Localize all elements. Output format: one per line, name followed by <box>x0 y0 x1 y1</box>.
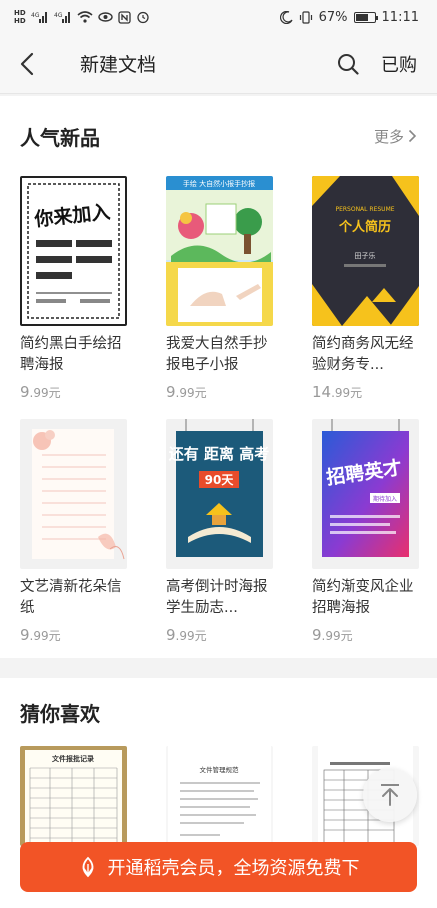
card-price: 9.99元 <box>20 383 61 401</box>
card-price: 9.99元 <box>312 626 353 644</box>
section-title-popular: 人气新品 <box>20 125 100 150</box>
svg-text:PERSONAL RESUME: PERSONAL RESUME <box>335 206 394 213</box>
template-card[interactable]: 文艺清新花朵信纸 9.99元 <box>20 419 127 644</box>
thumb-nature-paper: 手绘 大自然小报手抄报 <box>166 176 273 326</box>
search-icon <box>338 53 359 75</box>
more-link[interactable]: 更多 <box>374 126 417 147</box>
svg-text:4G: 4G <box>54 12 63 19</box>
report-form-art: 文件报批记录 <box>25 750 122 846</box>
eye-icon <box>97 11 113 23</box>
popular-section: 人气新品 更多 你来加入 简约黑白手绘招聘海报 9.99元 手绘 大自然小报手抄… <box>0 96 437 658</box>
app-header: 新建文档 已购 <box>0 34 437 94</box>
leaf-icon <box>82 856 93 878</box>
guess-card-report[interactable]: 文件报批记录 <box>20 746 127 846</box>
page-title: 新建文档 <box>80 54 157 76</box>
clock-time: 11:11 <box>381 9 419 25</box>
hd-indicator: HD HD <box>14 9 26 25</box>
nature-paper-art: 手绘 大自然小报手抄报 <box>166 176 273 326</box>
status-bar: HD HD 4G 4G 67% 11:11 <box>0 0 437 34</box>
card-title: 文艺清新花朵信纸 <box>20 579 122 616</box>
flower-letter-art <box>32 429 125 560</box>
wifi-icon <box>77 11 93 23</box>
nfc-icon <box>118 10 131 24</box>
vip-membership-button[interactable]: 开通稻壳会员，全场资源免费下 <box>20 842 417 892</box>
vibrate-icon <box>299 10 313 24</box>
svg-text:还有 距离 高考: 还有 距离 高考 <box>168 445 269 463</box>
more-label: 更多 <box>373 127 404 146</box>
moon-icon <box>279 10 293 24</box>
alarm-icon <box>136 10 150 24</box>
signal-icon-2: 4G <box>54 11 72 23</box>
card-price: 9.99元 <box>166 383 207 401</box>
signal-icon-1: 4G <box>31 11 49 23</box>
purchased-link[interactable]: 已购 <box>381 51 417 77</box>
card-price: 9.99元 <box>166 626 207 644</box>
svg-text:90天: 90天 <box>205 473 235 487</box>
hire-poster-art: 你来加入 <box>27 183 120 319</box>
template-card[interactable]: 招聘英才 期待加入 简约渐变风企业招聘海报 9.99元 <box>312 419 419 644</box>
svg-text:期待加入: 期待加入 <box>373 495 397 503</box>
svg-text:文件报批记录: 文件报批记录 <box>52 754 94 763</box>
thumb-resume: PERSONAL RESUME 个人简历 田子乐 <box>312 176 419 326</box>
template-card[interactable]: 手绘 大自然小报手抄报 我爱大自然手抄报电子小报 9.99元 <box>166 176 273 401</box>
thumb-exam-poster: 还有 距离 高考 90天 <box>166 419 273 569</box>
card-title: 高考倒计时海报学生励志... <box>166 579 268 616</box>
template-card[interactable]: 还有 距离 高考 90天 高考倒计时海报学生励志... 9.99元 <box>166 419 273 644</box>
card-price: 9.99元 <box>20 626 61 644</box>
template-card[interactable]: PERSONAL RESUME 个人简历 田子乐 简约商务风无经验财务专... … <box>312 176 419 401</box>
chevron-right-icon <box>408 129 417 143</box>
back-to-top-button[interactable] <box>363 768 417 822</box>
rules-doc-art: 文件管理规范 <box>168 746 271 846</box>
section-title-guess: 猜你喜欢 <box>20 701 100 726</box>
exam-poster-art: 还有 距离 高考 90天 <box>168 419 269 557</box>
guess-card-rules[interactable]: 文件管理规范 <box>166 746 273 846</box>
chevron-left-icon <box>20 52 34 75</box>
svg-text:田子乐: 田子乐 <box>355 251 376 260</box>
svg-text:文件管理规范: 文件管理规范 <box>200 765 240 774</box>
svg-text:个人简历: 个人简历 <box>338 219 391 235</box>
card-title: 简约黑白手绘招聘海报 <box>20 336 122 373</box>
card-title: 我爱大自然手抄报电子小报 <box>166 336 268 373</box>
battery-percent: 67% <box>318 9 348 25</box>
thumb-gradient-hire: 招聘英才 期待加入 <box>312 419 419 569</box>
vip-label: 开通稻壳会员，全场资源免费下 <box>107 858 360 879</box>
svg-text:4G: 4G <box>31 12 40 19</box>
arrow-up-icon <box>381 784 399 806</box>
template-card[interactable]: 你来加入 简约黑白手绘招聘海报 9.99元 <box>20 176 127 401</box>
card-title: 简约渐变风企业招聘海报 <box>312 579 414 616</box>
thumb-hire-black: 你来加入 <box>20 176 127 326</box>
svg-text:手绘 大自然小报手抄报: 手绘 大自然小报手抄报 <box>183 179 255 188</box>
card-price: 14.99元 <box>312 383 363 401</box>
battery-icon <box>353 11 378 23</box>
card-title: 简约商务风无经验财务专... <box>312 336 414 373</box>
resume-art: PERSONAL RESUME 个人简历 田子乐 <box>312 176 419 326</box>
gradient-hire-art: 招聘英才 期待加入 <box>322 419 409 557</box>
svg-text:你来加入: 你来加入 <box>32 200 111 231</box>
battery-fill <box>355 13 368 21</box>
thumb-flower-letter <box>20 419 127 569</box>
search-button[interactable] <box>337 53 359 75</box>
back-button[interactable] <box>20 46 56 82</box>
